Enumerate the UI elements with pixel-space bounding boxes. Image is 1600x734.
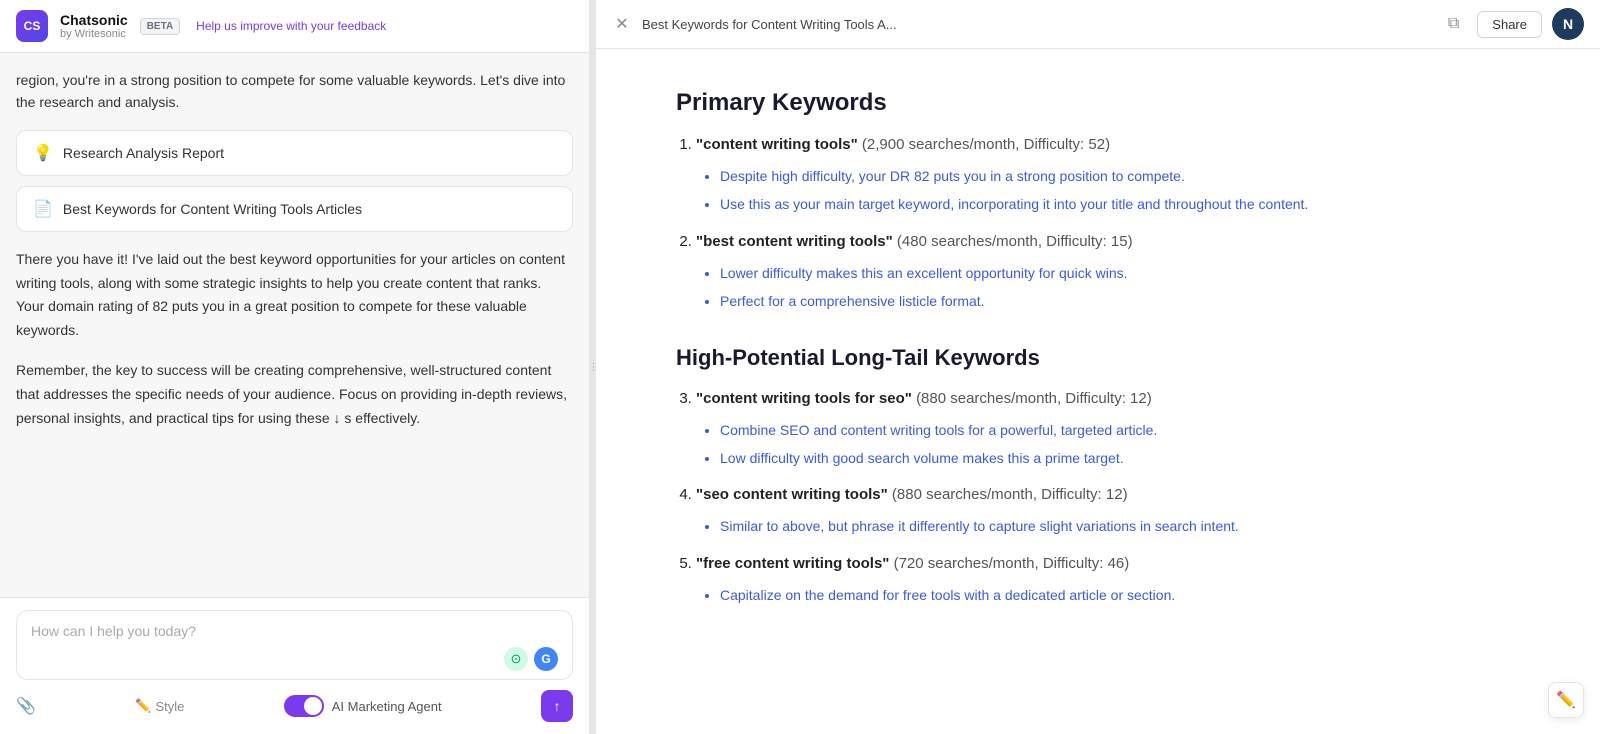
ai-agent-label: AI Marketing Agent [332,699,442,714]
document-icon: 📄 [33,199,53,219]
keywords-list: "content writing tools" (2,900 searches/… [676,133,1520,313]
doc-title: Best Keywords for Content Writing Tools … [642,17,1438,32]
g-tool-icon[interactable]: G [534,647,558,671]
beta-badge: BETA [140,18,180,35]
edit-corner-button[interactable]: ✏️ [1548,682,1584,718]
intro-text: region, you're in a strong position to c… [16,69,573,114]
keyword-bullet: Use this as your main target keyword, in… [720,193,1520,215]
longtail-keywords-list: "content writing tools for seo" (880 sea… [676,387,1520,607]
chat-input-area: How can I help you today? ⊙ G [16,610,573,680]
close-button[interactable]: ✕ [612,14,632,34]
longtail-keyword-bullet: Capitalize on the demand for free tools … [720,584,1520,606]
keyword-item: "best content writing tools" (480 search… [696,230,1520,313]
send-button[interactable]: ↑ [541,690,573,722]
longtail-keyword-item: "content writing tools for seo" (880 sea… [696,387,1520,470]
right-content: Primary Keywords "content writing tools"… [596,49,1600,734]
keywords-card[interactable]: 📄 Best Keywords for Content Writing Tool… [16,186,573,232]
ai-agent-toggle[interactable] [284,695,324,717]
scroll-down-icon: ↓ [334,410,345,426]
research-analysis-card[interactable]: 💡 Research Analysis Report [16,130,573,176]
right-panel: ✕ Best Keywords for Content Writing Tool… [596,0,1600,734]
longtail-keyword-item: "seo content writing tools" (880 searche… [696,483,1520,537]
left-content: region, you're in a strong position to c… [0,53,589,597]
keyword-bullet: Despite high difficulty, your DR 82 puts… [720,165,1520,187]
attach-icon[interactable]: 📎 [16,696,36,716]
feedback-link[interactable]: Help us improve with your feedback [196,19,386,33]
user-avatar: N [1552,8,1584,40]
keyword-bullet: Perfect for a comprehensive listicle for… [720,290,1520,312]
brand-name: Chatsonic [60,12,128,28]
longtail-keywords-heading: High-Potential Long-Tail Keywords [676,345,1520,371]
brand-info: Chatsonic by Writesonic [60,12,128,40]
style-button[interactable]: ✏️ Style [135,698,184,714]
ai-agent-toggle-area: AI Marketing Agent [284,695,442,717]
left-panel: CS Chatsonic by Writesonic BETA Help us … [0,0,590,734]
lightbulb-icon: 💡 [33,143,53,163]
toggle-knob [304,697,322,715]
footer-actions: 📎 ✏️ Style AI Marketing Agent ↑ [16,690,573,722]
brand-sub: by Writesonic [60,28,128,40]
body-text-1: There you have it! I've laid out the bes… [16,248,573,343]
keyword-item: "content writing tools" (2,900 searches/… [696,133,1520,216]
green-tool-icon[interactable]: ⊙ [504,647,528,671]
body-text-2: Remember, the key to success will be cre… [16,359,573,430]
left-footer: How can I help you today? ⊙ G 📎 ✏️ Style… [0,597,589,734]
longtail-keyword-bullet: Low difficulty with good search volume m… [720,447,1520,469]
left-header: CS Chatsonic by Writesonic BETA Help us … [0,0,589,53]
primary-keywords-heading: Primary Keywords [676,89,1520,117]
longtail-keyword-bullet: Similar to above, but phrase it differen… [720,515,1520,537]
right-header: ✕ Best Keywords for Content Writing Tool… [596,0,1600,49]
longtail-keyword-bullet: Combine SEO and content writing tools fo… [720,419,1520,441]
longtail-keyword-item: "free content writing tools" (720 search… [696,552,1520,606]
keyword-bullet: Lower difficulty makes this an excellent… [720,262,1520,284]
style-icon: ✏️ [135,698,151,714]
copy-icon[interactable]: ⧉ [1448,15,1459,33]
app-logo: CS [16,10,48,42]
share-button[interactable]: Share [1477,11,1542,38]
chat-input-placeholder[interactable]: How can I help you today? [31,623,558,639]
input-icons: ⊙ G [31,647,558,671]
